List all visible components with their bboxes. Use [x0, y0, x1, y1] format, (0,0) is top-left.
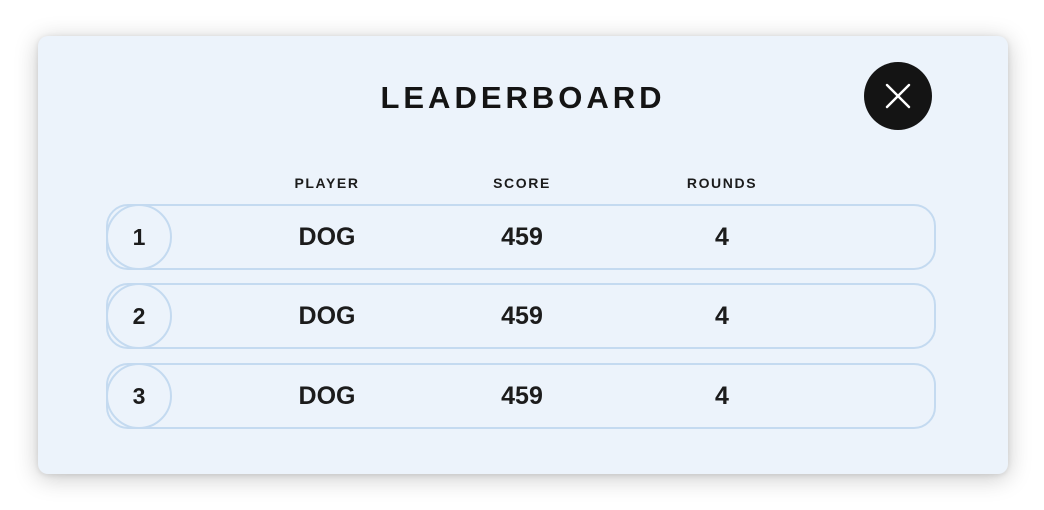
player-rounds: 4: [715, 382, 729, 410]
leaderboard-row: 2 DOG 459 4: [106, 283, 936, 349]
player-name: DOG: [298, 382, 356, 410]
player-score: 459: [501, 382, 543, 410]
player-rounds: 4: [715, 223, 729, 251]
player-score: 459: [501, 302, 543, 330]
leaderboard-title: LEADERBOARD: [380, 80, 666, 115]
column-header-player: PLAYER: [294, 175, 360, 191]
player-rounds: 4: [715, 302, 729, 330]
leaderboard-row: 3 DOG 459 4: [106, 363, 936, 429]
leaderboard-modal: LEADERBOARD PLAYER SCORE ROUNDS 1 DOG 45…: [38, 36, 1008, 474]
player-name: DOG: [298, 223, 356, 251]
rank-badge: 1: [106, 204, 172, 270]
column-header-score: SCORE: [493, 175, 551, 191]
rank-badge: 3: [106, 363, 172, 429]
close-icon: [885, 83, 911, 109]
leaderboard-row: 1 DOG 459 4: [106, 204, 936, 270]
player-name: DOG: [298, 302, 356, 330]
rank-badge: 2: [106, 283, 172, 349]
close-button[interactable]: [864, 62, 932, 130]
column-header-rounds: ROUNDS: [686, 175, 758, 191]
player-score: 459: [501, 223, 543, 251]
